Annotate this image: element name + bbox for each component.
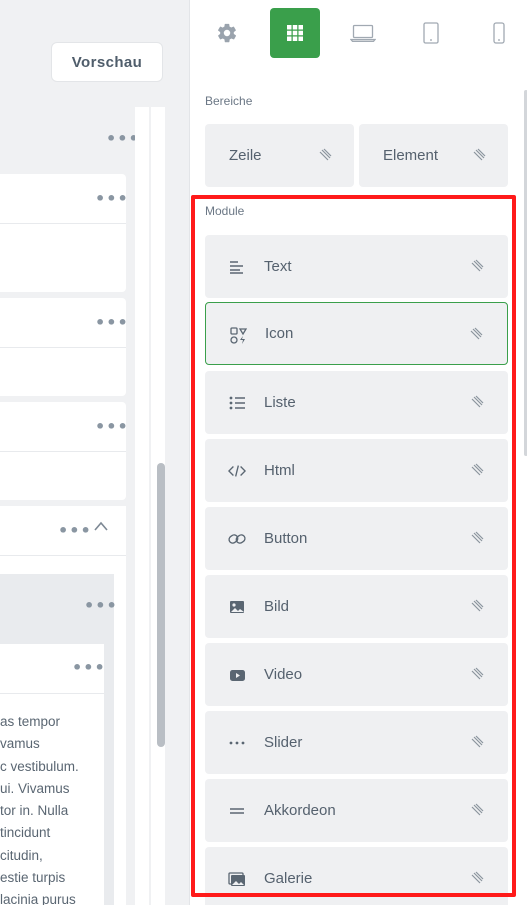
- accordion-icon: [228, 802, 246, 820]
- module-label: Akkordeon: [264, 802, 336, 819]
- dots-icon: [228, 734, 246, 752]
- more-options-icon[interactable]: •••: [58, 523, 92, 539]
- module-slider[interactable]: Slider: [205, 711, 508, 774]
- area-label: Element: [383, 147, 439, 164]
- drag-handle-icon[interactable]: [470, 667, 484, 681]
- image-icon: [228, 598, 246, 616]
- module-label: Html: [264, 462, 295, 479]
- drag-handle-icon[interactable]: [470, 531, 484, 545]
- drag-handle-icon[interactable]: [470, 599, 484, 613]
- module-label: Slider: [264, 734, 303, 751]
- grid-icon: [287, 25, 303, 41]
- gear-icon: [218, 23, 237, 43]
- drag-handle-icon[interactable]: [470, 803, 484, 817]
- module-button[interactable]: Button: [205, 507, 508, 570]
- more-options-icon[interactable]: •••: [84, 598, 118, 614]
- canvas-scrollbar[interactable]: [157, 463, 165, 747]
- code-icon: [228, 462, 246, 480]
- drag-handle-icon[interactable]: [470, 259, 484, 273]
- module-label: Text: [264, 258, 292, 275]
- icon-shapes-icon: [229, 326, 247, 344]
- tab-desktop[interactable]: [338, 8, 388, 58]
- drag-handle-icon[interactable]: [470, 735, 484, 749]
- area-row[interactable]: Zeile: [205, 124, 354, 187]
- drag-handle-icon[interactable]: [470, 395, 484, 409]
- more-options-icon[interactable]: •••: [72, 660, 106, 676]
- tab-settings[interactable]: [202, 8, 252, 58]
- module-label: Galerie: [264, 870, 313, 887]
- modules-heading: Module: [205, 204, 245, 218]
- section-card[interactable]: •••: [0, 298, 129, 396]
- tab-tablet[interactable]: [406, 8, 456, 58]
- more-options-icon[interactable]: •••: [95, 419, 129, 435]
- phone-icon: [493, 22, 505, 44]
- area-label: Zeile: [229, 147, 262, 164]
- builder-panel: Bereiche Zeile Element Module Text Icon …: [189, 0, 527, 905]
- areas-heading: Bereiche: [205, 94, 253, 108]
- lorem-text: as tempor vamus c vestibulum. ui. Vivamu…: [0, 714, 79, 905]
- drag-handle-icon[interactable]: [469, 327, 483, 341]
- laptop-icon: [350, 24, 376, 42]
- link-icon: [228, 530, 246, 548]
- module-label: Bild: [264, 598, 290, 615]
- module-label: Liste: [264, 394, 296, 411]
- drag-handle-icon[interactable]: [318, 148, 332, 162]
- module-text[interactable]: Text: [205, 235, 508, 298]
- gallery-icon: [228, 870, 246, 888]
- chevron-up-icon[interactable]: [94, 520, 108, 534]
- module-video[interactable]: Video: [205, 643, 508, 706]
- module-image[interactable]: Bild: [205, 575, 508, 638]
- section-card[interactable]: •••: [0, 174, 129, 292]
- more-options-icon[interactable]: •••: [95, 315, 129, 331]
- module-icon[interactable]: Icon: [205, 302, 508, 365]
- module-accordion[interactable]: Akkordeon: [205, 779, 508, 842]
- tab-modules[interactable]: [270, 8, 320, 58]
- more-options-icon[interactable]: •••: [95, 191, 129, 207]
- scroll-track: [135, 107, 149, 905]
- module-label: Video: [264, 666, 303, 683]
- text-align-icon: [228, 258, 246, 276]
- area-element[interactable]: Element: [359, 124, 508, 187]
- drag-handle-icon[interactable]: [472, 148, 486, 162]
- section-card[interactable]: •••: [0, 402, 129, 500]
- module-label: Icon: [265, 325, 294, 342]
- canvas-area: Vorschau ••• ••• ••• ••• ••• ••• ••• as …: [0, 0, 190, 905]
- module-label: Button: [264, 530, 308, 547]
- drag-handle-icon[interactable]: [470, 463, 484, 477]
- tablet-icon: [423, 22, 439, 44]
- module-html[interactable]: Html: [205, 439, 508, 502]
- video-icon: [228, 666, 246, 684]
- tab-mobile[interactable]: [474, 8, 524, 58]
- module-gallery[interactable]: Galerie: [205, 847, 508, 905]
- preview-button[interactable]: Vorschau: [51, 42, 163, 82]
- drag-handle-icon[interactable]: [470, 871, 484, 885]
- module-list[interactable]: Liste: [205, 371, 508, 434]
- panel-tabs: [190, 0, 527, 66]
- list-icon: [228, 394, 246, 412]
